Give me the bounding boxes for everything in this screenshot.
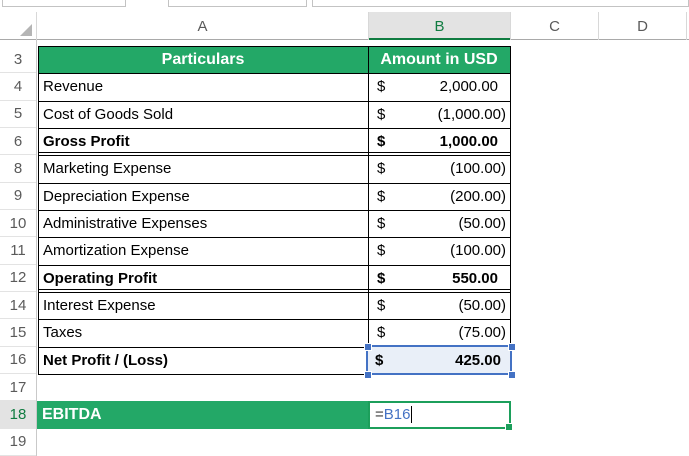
cell-amount: (100.00) <box>450 242 506 259</box>
row-header-4[interactable]: 4 <box>0 73 36 100</box>
column-header-c[interactable]: C <box>510 12 598 40</box>
formula-bar-fragment <box>312 0 689 7</box>
cell-A6[interactable]: Gross Profit <box>38 128 368 155</box>
table-border-line <box>38 265 511 266</box>
cell-B15[interactable]: $ (75.00) <box>368 319 510 346</box>
cell-A10[interactable]: Administrative Expenses <box>38 210 368 237</box>
row-header-19[interactable]: 19 <box>0 429 36 456</box>
table-border-line <box>38 183 511 184</box>
table-border-line <box>38 319 511 320</box>
select-all-corner[interactable] <box>0 12 36 40</box>
table-border-line <box>38 289 511 290</box>
select-all-triangle-icon <box>20 24 32 36</box>
cell-A4[interactable]: Revenue <box>38 73 368 100</box>
table-border-line <box>38 101 511 102</box>
cell-B9[interactable]: $ (200.00) <box>368 183 510 210</box>
currency-symbol: $ <box>375 352 383 369</box>
cell-B3[interactable]: Amount in USD <box>368 46 510 73</box>
table-border-line <box>38 46 511 47</box>
cell-A16[interactable]: Net Profit / (Loss) <box>38 347 368 374</box>
cell-B10[interactable]: $ (50.00) <box>368 210 510 237</box>
text-cursor <box>411 406 412 423</box>
column-header-d[interactable]: D <box>598 12 686 40</box>
currency-symbol: $ <box>377 78 385 95</box>
cell-B12[interactable]: $550.00 <box>368 265 510 292</box>
table-border-line <box>510 46 511 374</box>
currency-symbol: $ <box>377 297 385 314</box>
table-border-line <box>38 237 511 238</box>
cell-amount: (75.00) <box>458 324 506 341</box>
formula-cell-reference: B16 <box>384 406 411 423</box>
cell-B4[interactable]: $2,000.00 <box>368 73 510 100</box>
reference-corner-handle[interactable] <box>508 343 516 351</box>
cell-B14[interactable]: $ (50.00) <box>368 292 510 319</box>
name-box-fragment <box>2 0 126 7</box>
currency-symbol: $ <box>377 215 385 232</box>
fill-handle[interactable] <box>505 423 513 431</box>
cell-A18[interactable]: EBITDA <box>37 401 368 428</box>
column-header-a[interactable]: A <box>36 12 368 40</box>
cell-amount: 1,000.00 <box>440 133 506 150</box>
row-header-6[interactable]: 6 <box>0 128 36 155</box>
currency-symbol: $ <box>377 188 385 205</box>
cell-A14[interactable]: Interest Expense <box>38 292 368 319</box>
row-header-8[interactable]: 8 <box>0 155 36 182</box>
cell-A9[interactable]: Depreciation Expense <box>38 183 368 210</box>
table-border-line <box>38 155 511 156</box>
table-border-line <box>38 210 511 211</box>
formula-bar-fragment <box>168 0 307 7</box>
cell-amount: 550.00 <box>452 270 506 287</box>
cell-amount: (100.00) <box>450 160 506 177</box>
formula-equals: = <box>375 406 384 423</box>
row-header-14[interactable]: 14 <box>0 292 36 319</box>
row-header-10[interactable]: 10 <box>0 210 36 237</box>
cell-A3[interactable]: Particulars <box>38 46 368 73</box>
cell-B16-referenced[interactable]: $425.00 <box>366 345 512 375</box>
cell-A5[interactable]: Cost of Goods Sold <box>38 101 368 128</box>
cell-amount: (50.00) <box>458 297 506 314</box>
cell-A8[interactable]: Marketing Expense <box>38 155 368 182</box>
row-header-5[interactable]: 5 <box>0 101 36 128</box>
currency-symbol: $ <box>377 106 385 123</box>
currency-symbol: $ <box>377 270 385 287</box>
cell-B6[interactable]: $1,000.00 <box>368 128 510 155</box>
table-border-line <box>38 152 511 153</box>
row-header-17[interactable]: 17 <box>0 374 36 401</box>
cell-B5[interactable]: $ (1,000.00) <box>368 101 510 128</box>
table-border-line <box>38 128 511 129</box>
cell-B11[interactable]: $ (100.00) <box>368 237 510 264</box>
row-header-divider <box>36 40 37 456</box>
row-header-9[interactable]: 9 <box>0 183 36 210</box>
cell-amount: 425.00 <box>455 352 508 369</box>
row-number: 2 <box>0 40 36 42</box>
table-border-line <box>368 46 369 374</box>
reference-corner-handle[interactable] <box>364 371 372 379</box>
cell-A11[interactable]: Amortization Expense <box>38 237 368 264</box>
cell-B8[interactable]: $ (100.00) <box>368 155 510 182</box>
cell-B18-editing[interactable]: =B16 <box>368 401 511 429</box>
cell-amount: (200.00) <box>450 188 506 205</box>
table-border-line <box>38 73 511 74</box>
reference-corner-handle[interactable] <box>364 343 372 351</box>
currency-symbol: $ <box>377 133 385 150</box>
reference-corner-handle[interactable] <box>508 371 516 379</box>
currency-symbol: $ <box>377 160 385 177</box>
currency-symbol: $ <box>377 324 385 341</box>
cell-amount: 2,000.00 <box>440 78 506 95</box>
table-border-line <box>38 292 511 293</box>
cell-A12[interactable]: Operating Profit <box>38 265 368 292</box>
cell-A15[interactable]: Taxes <box>38 319 368 346</box>
cell-amount: (50.00) <box>458 215 506 232</box>
row-header-15[interactable]: 15 <box>0 319 36 346</box>
row-header-18[interactable]: 18 <box>0 401 36 428</box>
column-header-b[interactable]: B <box>368 12 510 40</box>
cell-amount: (1,000.00) <box>438 106 506 123</box>
row-header-11[interactable]: 11 <box>0 237 36 264</box>
currency-symbol: $ <box>377 242 385 259</box>
table-border-line <box>38 46 39 374</box>
row-header-16[interactable]: 16 <box>0 347 36 374</box>
row-header-12[interactable]: 12 <box>0 265 36 292</box>
excel-worksheet: ABCD 2 345689101112141516171819 Particul… <box>0 0 689 456</box>
row-header-3[interactable]: 3 <box>0 46 36 73</box>
